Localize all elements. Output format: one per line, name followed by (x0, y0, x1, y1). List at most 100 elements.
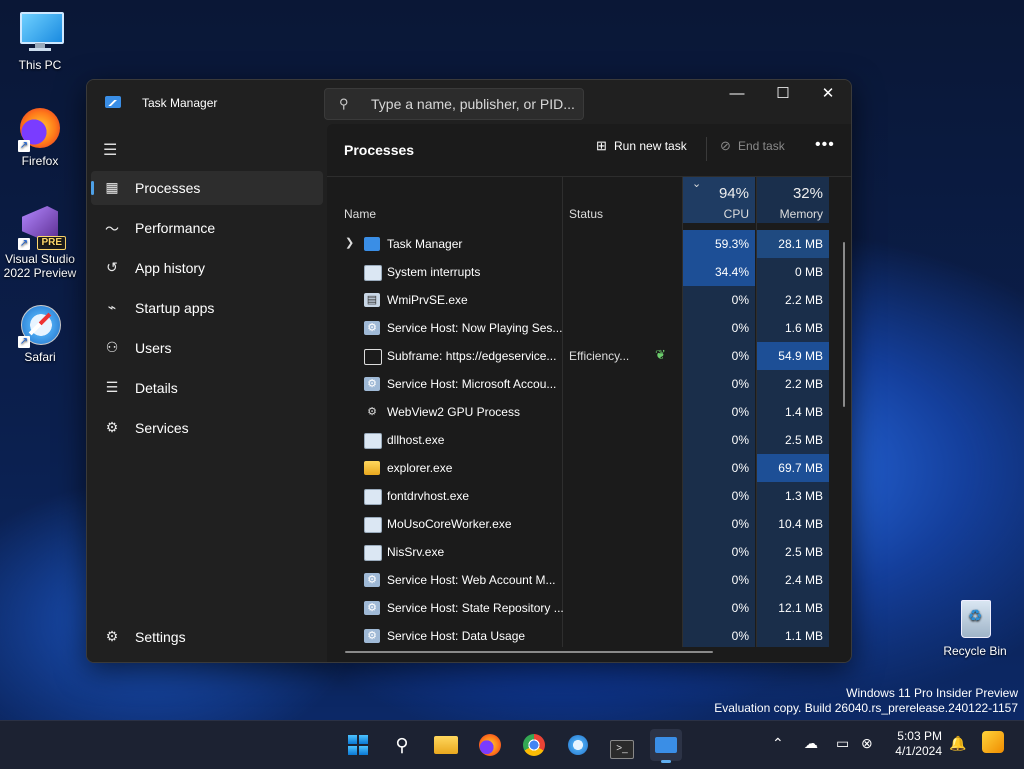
task-manager-icon (105, 96, 121, 108)
column-header-cpu[interactable]: CPU (683, 207, 749, 221)
taskbar-task-manager[interactable] (650, 729, 682, 763)
table-row[interactable]: fontdrvhost.exe 0% 1.3 MB (327, 482, 851, 510)
service-host-icon: ⚙ (364, 321, 380, 335)
sidebar-item-label: Settings (135, 629, 186, 645)
shortcut-arrow-icon: ↗ (18, 238, 30, 250)
taskbar-safari[interactable] (562, 729, 594, 761)
processes-icon: ▦ (105, 179, 119, 195)
vertical-scrollbar[interactable] (843, 242, 845, 407)
table-row[interactable]: System interrupts 34.4% 0 MB (327, 258, 851, 286)
table-row[interactable]: ⚙ Service Host: Now Playing Ses... 0% 1.6 M… (327, 314, 851, 342)
process-name: Service Host: Now Playing Ses... (387, 321, 563, 335)
table-row[interactable]: dllhost.exe 0% 2.5 MB (327, 426, 851, 454)
table-row[interactable]: ⚙ WebView2 GPU Process 0% 1.4 MB (327, 398, 851, 426)
sidebar-item-users[interactable]: ⚇ Users (91, 331, 323, 365)
notification-bell-icon[interactable]: 🔔 (949, 735, 966, 752)
minimize-button[interactable]: — (714, 80, 760, 110)
sidebar-item-app-history[interactable]: ↺ App history (91, 251, 323, 285)
table-row[interactable]: NisSrv.exe 0% 2.5 MB (327, 538, 851, 566)
desktop-icon-safari[interactable]: ↗ Safari (0, 302, 80, 364)
sidebar-item-processes[interactable]: ▦ Processes (91, 171, 323, 205)
table-row[interactable]: ⚙ Service Host: Microsoft Accou... 0% 2.2 M… (327, 370, 851, 398)
copilot-pre-icon[interactable] (982, 731, 1004, 756)
taskbar-chrome[interactable] (518, 729, 550, 761)
cpu-total-percent: 94% (718, 185, 749, 202)
process-memory: 1.6 MB (757, 314, 829, 342)
monitor-icon (18, 10, 64, 54)
process-memory: 12.1 MB (757, 594, 829, 622)
desktop-icon-this-pc[interactable]: This PC (0, 10, 80, 72)
table-row[interactable]: explorer.exe 0% 69.7 MB (327, 454, 851, 482)
sidebar-item-startup-apps[interactable]: ⌁ Startup apps (91, 291, 323, 325)
horizontal-scrollbar[interactable] (345, 651, 713, 653)
taskbar-file-explorer[interactable] (430, 729, 462, 761)
start-button[interactable] (342, 729, 374, 761)
close-button[interactable]: ✕ (805, 80, 851, 110)
sidebar-item-label: Users (135, 340, 172, 356)
service-host-icon: ⚙ (364, 601, 380, 615)
table-row[interactable]: ▤ WmiPrvSE.exe 0% 2.2 MB (327, 286, 851, 314)
safari-icon (568, 735, 588, 755)
table-row[interactable]: ⚙ Service Host: State Repository ... 0% 12.… (327, 594, 851, 622)
desktop-icon-visual-studio[interactable]: PRE ↗ Visual Studio 2022 Preview (0, 204, 80, 280)
taskbar-terminal[interactable]: >_ (606, 729, 638, 761)
end-task-button[interactable]: ⊘ End task (720, 138, 785, 160)
service-host-icon: ⚙ (364, 377, 380, 391)
task-manager-icon (364, 237, 380, 251)
column-header-status[interactable]: Status (569, 207, 603, 221)
run-new-task-button[interactable]: ⊞ Run new task (596, 138, 687, 160)
window-icon (364, 265, 382, 281)
more-options-icon[interactable]: ••• (815, 136, 835, 154)
window-icon (364, 545, 382, 561)
process-cpu: 0% (683, 426, 755, 454)
process-memory: 1.4 MB (757, 398, 829, 426)
show-hidden-icons-chevron-icon[interactable]: ⌃ (772, 735, 784, 752)
taskbar-firefox[interactable] (474, 729, 506, 761)
search-icon: ⚲ (339, 96, 349, 111)
table-row[interactable]: ⚙ Service Host: Web Account M... 0% 2.4 MB (327, 566, 851, 594)
sidebar-item-services[interactable]: ⚙ Services (91, 411, 323, 445)
table-row[interactable]: Subframe: https://edgeservice... Efficien… (327, 342, 851, 370)
clock[interactable]: 5:03 PM 4/1/2024 (864, 729, 942, 759)
table-row[interactable]: MoUsoCoreWorker.exe 0% 10.4 MB (327, 510, 851, 538)
memory-total-percent: 32% (792, 185, 823, 202)
process-memory: 2.4 MB (757, 566, 829, 594)
shortcut-arrow-icon: ↗ (18, 140, 30, 152)
task-manager-icon (655, 737, 677, 753)
hamburger-menu-icon[interactable]: ☰ (103, 140, 117, 160)
taskbar-search-button[interactable]: ⚲ (386, 729, 418, 761)
process-name: dllhost.exe (387, 433, 445, 447)
task-manager-window: Task Manager ⚲ — ☐ ✕ ☰ ▦ Processes 〜 Per… (86, 79, 852, 663)
clock-date: 4/1/2024 (895, 744, 942, 758)
process-name: Service Host: Microsoft Accou... (387, 377, 557, 391)
window-icon (364, 489, 382, 505)
desktop-icon-recycle-bin[interactable]: ♻ Recycle Bin (934, 596, 1016, 658)
app-history-icon: ↺ (106, 259, 118, 275)
sidebar-item-settings[interactable]: ⚙ Settings (91, 620, 323, 654)
column-header-name[interactable]: Name (344, 207, 376, 221)
display-icon[interactable]: ▭ (836, 735, 849, 752)
search-box[interactable]: ⚲ (324, 88, 584, 120)
watermark-line-2: Evaluation copy. Build 26040.rs_prerelea… (714, 701, 1018, 715)
table-row[interactable]: ⚙ Service Host: Data Usage 0% 1.1 MB (327, 622, 851, 647)
process-name: WebView2 GPU Process (387, 405, 520, 419)
desktop-icon-firefox[interactable]: ↗ Firefox (0, 106, 80, 168)
maximize-button[interactable]: ☐ (760, 80, 806, 110)
page-title: Processes (344, 142, 415, 158)
process-name: Service Host: Web Account M... (387, 573, 556, 587)
start-icon (348, 735, 368, 755)
process-status: Efficiency... (569, 349, 630, 363)
network-offline-icon[interactable]: ☁ (804, 735, 818, 752)
sidebar-item-details[interactable]: ☰ Details (91, 371, 323, 405)
search-input[interactable] (371, 94, 576, 114)
expand-chevron-icon[interactable]: ❯ (345, 236, 354, 249)
table-row[interactable]: ❯ Task Manager 59.3% 28.1 MB (327, 230, 851, 258)
process-name: explorer.exe (387, 461, 453, 475)
sidebar-item-performance[interactable]: 〜 Performance (91, 211, 323, 245)
sidebar-item-label: Performance (135, 220, 216, 236)
startup-apps-icon: ⌁ (107, 299, 117, 315)
desktop-icon-label: Visual Studio 2022 Preview (3, 252, 77, 280)
column-header-memory[interactable]: Memory (757, 207, 823, 221)
process-name: Service Host: State Repository ... (387, 601, 564, 615)
title-bar[interactable]: Task Manager ⚲ — ☐ ✕ (87, 80, 851, 124)
